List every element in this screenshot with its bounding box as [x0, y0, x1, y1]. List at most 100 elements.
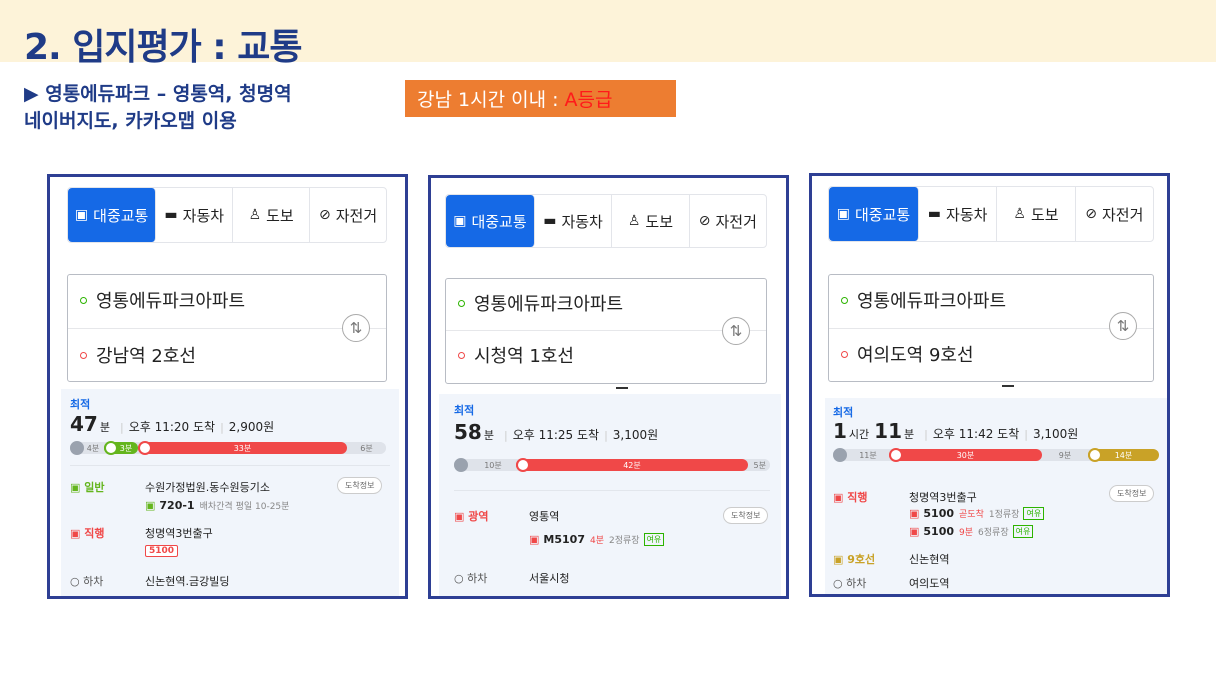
bus-number[interactable]: ▣ 5100 곧도착 1정류장 여유 — [909, 507, 1045, 520]
step-subway-type: ▣ 9호선 — [833, 553, 876, 566]
fare: 3,100원 — [612, 428, 659, 442]
bus-icon: ▣ — [74, 207, 89, 223]
bicycle-icon: ⊘ — [1085, 206, 1097, 222]
step-stop: 여의도역 — [909, 577, 950, 590]
tab-label: 자동차 — [946, 205, 988, 224]
destination-dot-icon — [80, 351, 87, 359]
summary-divider: | — [604, 429, 608, 442]
car-icon: ▬ — [927, 206, 942, 222]
route-divider — [446, 330, 766, 331]
walk-icon — [70, 441, 84, 455]
time-unit: 분 — [483, 429, 494, 442]
tab-walk[interactable]: ♙ 도보 — [997, 187, 1076, 241]
destination-dot-icon — [841, 350, 848, 358]
destination-field[interactable]: 강남역 2호선 — [80, 343, 196, 367]
walk-segment: 6분 — [347, 442, 386, 454]
route-summary: 58 분 | 오후 11:25 도착 | 3,100원 — [454, 420, 658, 444]
bus-number[interactable]: ▣ 5100 9분 6정류장 여유 — [909, 525, 1034, 538]
destination-dot-icon — [458, 351, 465, 359]
bus-number-badge[interactable]: 5100 — [145, 545, 179, 557]
tab-bike[interactable]: ⊘ 자전거 — [1076, 187, 1153, 241]
route-summary: 1 시간 11 분 | 오후 11:42 도착 | 3,100원 — [833, 419, 1078, 443]
subway-icon — [1088, 448, 1102, 462]
bus-icon: ▣ — [836, 206, 850, 222]
bus-icon: ▣ — [529, 533, 540, 546]
tab-walk[interactable]: ♙ 도보 — [612, 195, 690, 247]
tab-car[interactable]: ▬ 자동차 — [156, 188, 234, 242]
time-bar: 4분 3분 33분 6분 — [70, 441, 386, 455]
red-bus-segment: 42분 — [516, 459, 748, 471]
origin-text: 영통에듀파크아파트 — [474, 294, 624, 315]
tab-walk[interactable]: ♙ 도보 — [233, 188, 311, 242]
tab-label: 도보 — [645, 212, 674, 231]
tab-label: 도보 — [266, 206, 294, 225]
best-label: 최적 — [833, 406, 854, 419]
step-stop: 서울시청 — [529, 572, 570, 585]
route-result[interactable]: 최적 1 시간 11 분 | 오후 11:42 도착 | 3,100원 11분 30… — [825, 398, 1167, 594]
drag-handle[interactable] — [1002, 385, 1014, 387]
tab-transit[interactable]: ▣ 대중교통 — [446, 195, 535, 247]
tab-bike[interactable]: ⊘ 자전거 — [310, 188, 386, 242]
walk-segment: 9분 — [1042, 449, 1088, 461]
step-alight: ○ 하차 — [454, 572, 488, 585]
bus-icon — [516, 458, 530, 472]
arrival-info-button[interactable]: 도착정보 — [1109, 485, 1155, 502]
tab-transit[interactable]: ▣ 대중교통 — [68, 188, 157, 242]
route-divider — [829, 328, 1153, 329]
destination-text: 여의도역 9호선 — [857, 345, 974, 366]
tab-label: 자전거 — [1101, 205, 1144, 224]
origin-dot-icon — [80, 296, 87, 304]
origin-text: 영통에듀파크아파트 — [96, 291, 246, 312]
origin-dot-icon — [841, 296, 848, 304]
tab-bike[interactable]: ⊘ 자전거 — [690, 195, 766, 247]
route-result[interactable]: 최적 47 분 | 오후 11:20 도착 | 2,900원 4분 3분 33분 … — [61, 389, 399, 596]
route-result[interactable]: 최적 58 분 | 오후 11:25 도착 | 3,100원 10분 42분 5분… — [439, 394, 781, 596]
summary-divider: | — [1024, 428, 1028, 441]
step-bus-type: ▣ 일반 — [70, 481, 105, 494]
swap-arrows-icon[interactable]: ⇅ — [722, 317, 750, 345]
origin-dot-icon — [458, 299, 465, 307]
grade-value: A등급 — [564, 89, 613, 111]
tab-transit[interactable]: ▣ 대중교통 — [829, 187, 919, 241]
destination-field[interactable]: 여의도역 9호선 — [841, 342, 974, 366]
step-stop: 신논현역 — [909, 553, 950, 566]
section-divider — [454, 490, 770, 491]
tab-label: 자전거 — [335, 206, 378, 225]
destination-text: 시청역 1호선 — [474, 346, 574, 367]
best-label: 최적 — [70, 398, 91, 411]
car-icon: ▬ — [164, 207, 178, 223]
step-stop: 영통역 — [529, 510, 560, 523]
origin-field[interactable]: 영통에듀파크아파트 — [80, 288, 245, 312]
summary-divider: | — [503, 429, 508, 442]
arrival-time: 오후 11:42 도착 — [932, 427, 1020, 441]
red-bus-segment: 33분 — [138, 442, 347, 454]
tab-label: 자전거 — [715, 212, 757, 231]
swap-arrows-icon[interactable]: ⇅ — [1109, 312, 1137, 340]
tab-car[interactable]: ▬ 자동차 — [535, 195, 613, 247]
tab-label: 자동차 — [182, 206, 225, 225]
tab-car[interactable]: ▬ 자동차 — [919, 187, 998, 241]
bus-number[interactable]: ▣ 720-1 배차간격 평일 10-25분 — [145, 499, 289, 512]
walk-segment: 5분 — [748, 459, 770, 471]
origin-field[interactable]: 영통에듀파크아파트 — [841, 288, 1006, 312]
route-summary: 47 분 | 오후 11:20 도착 | 2,900원 — [70, 412, 274, 436]
swap-arrows-icon[interactable]: ⇅ — [342, 314, 370, 342]
travel-mode-tabs: ▣ 대중교통 ▬ 자동차 ♙ 도보 ⊘ 자전거 — [828, 186, 1154, 242]
origin-text: 영통에듀파크아파트 — [857, 291, 1007, 312]
bus-icon: ▣ — [909, 507, 920, 520]
step-stop: 청명역3번출구 — [909, 491, 977, 504]
subtitle-route: ▶ 영통에듀파크 – 영통역, 청명역 — [24, 83, 292, 105]
bus-icon — [104, 441, 118, 455]
arrival-info-button[interactable]: 도착정보 — [723, 507, 769, 524]
car-icon: ▬ — [543, 213, 557, 229]
arrival-info-button[interactable]: 도착정보 — [337, 477, 383, 494]
summary-divider: | — [220, 421, 224, 434]
bicycle-icon: ⊘ — [318, 207, 331, 223]
origin-field[interactable]: 영통에듀파크아파트 — [458, 291, 623, 315]
grade-box: 강남 1시간 이내 : A등급 — [405, 80, 676, 117]
drag-handle[interactable] — [616, 387, 628, 389]
bus-icon — [889, 448, 903, 462]
bus-number[interactable]: ▣ M5107 4분 2정류장 여유 — [529, 533, 665, 546]
destination-field[interactable]: 시청역 1호선 — [458, 343, 574, 367]
step-bus-type: ▣ 직행 — [70, 527, 105, 540]
